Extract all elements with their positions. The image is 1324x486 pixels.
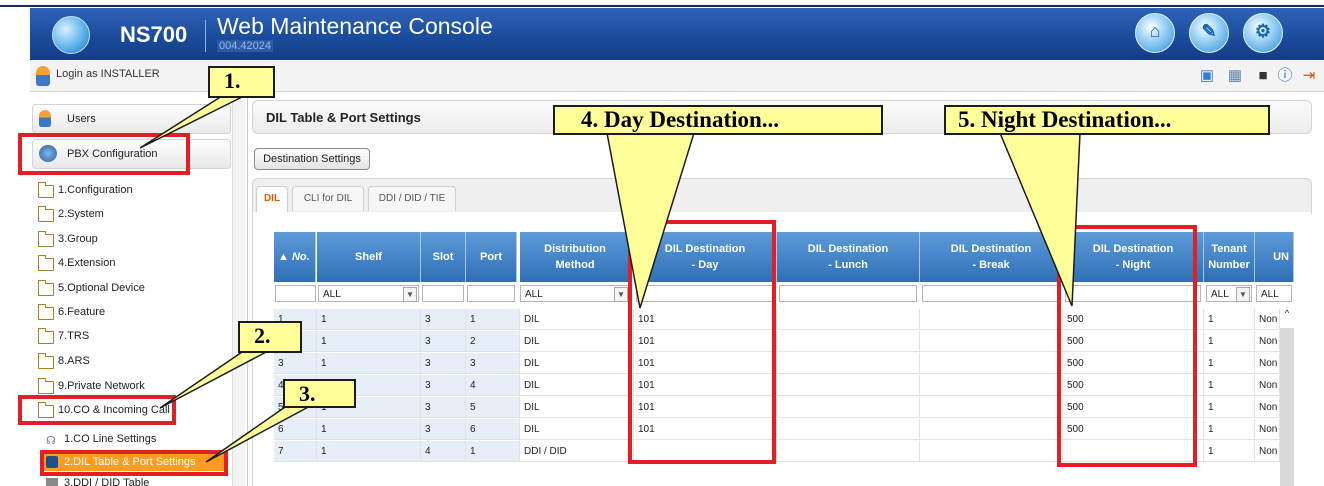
callout-1: 1. [208,66,275,98]
callout-2-pointer [159,349,271,409]
callout-3-pointer [205,404,313,463]
callout-4-pointer [606,132,696,309]
callout-2: 2. [238,321,302,353]
callout-4-day-destination: 4. Day Destination... [553,105,883,135]
callout-3: 3. [283,379,356,408]
callout-pointers [139,95,1081,463]
callout-5-pointer [998,132,1081,307]
callout-1-pointer [139,95,245,149]
callout-5-night-destination: 5. Night Destination... [944,105,1270,135]
